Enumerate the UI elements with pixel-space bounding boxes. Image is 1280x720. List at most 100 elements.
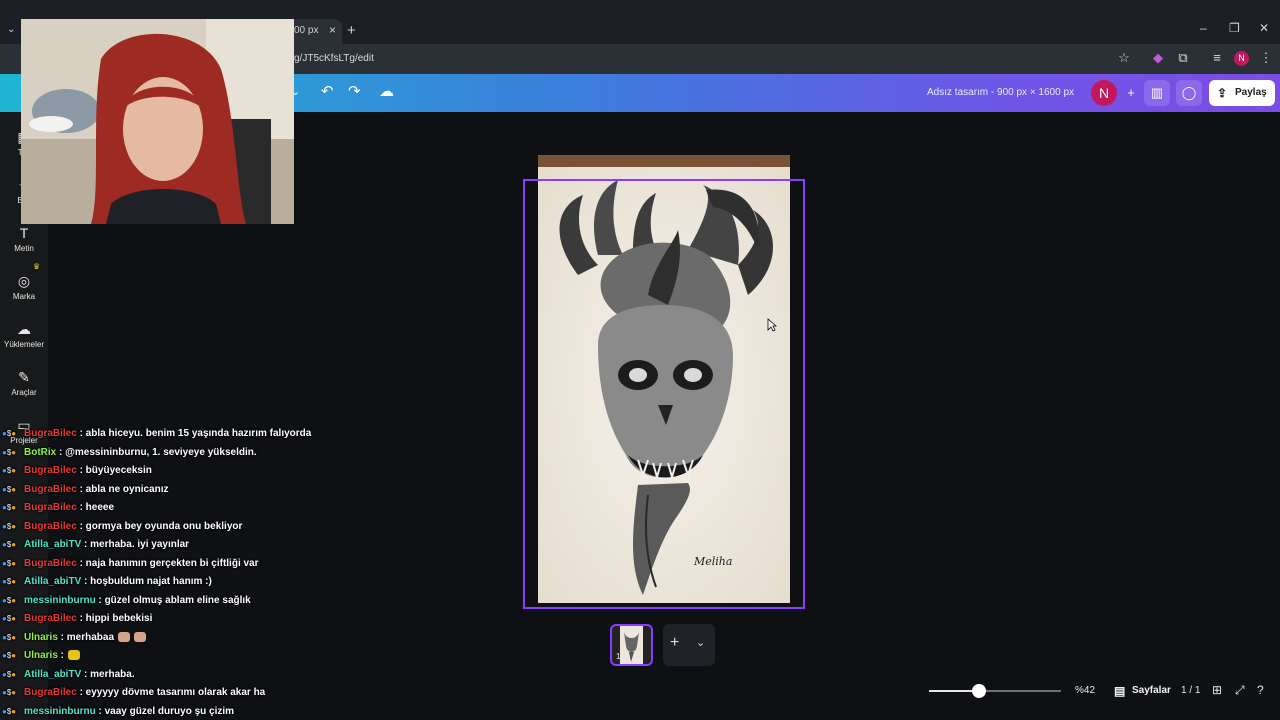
tab-search-chevron-icon[interactable]: ⌄ <box>7 24 15 35</box>
chat-badges-icon: ●$● <box>2 632 17 642</box>
tab-close-icon[interactable]: × <box>329 23 336 37</box>
chat-message: ●$● BugraBilec : hippi bebekisi <box>2 610 322 629</box>
share-button[interactable]: ⇪ Paylaş <box>1209 80 1275 106</box>
chat-message-text: : heeee <box>76 502 115 513</box>
chat-username[interactable]: Ulnaris <box>24 632 58 643</box>
chat-message: ●$● Ulnaris : <box>2 647 322 666</box>
user-avatar[interactable]: N <box>1091 80 1117 106</box>
undo-icon[interactable]: ↶ <box>321 82 334 100</box>
chat-message-text: : büyüyeceksin <box>76 465 152 476</box>
chat-message: ●$● Atilla_abiTV : merhaba. iyi yayınlar <box>2 536 322 555</box>
extensions-puzzle-icon[interactable]: ⧉ <box>1175 50 1191 66</box>
chat-username[interactable]: BugraBilec <box>24 428 77 439</box>
chat-emote-icon <box>118 631 131 642</box>
chat-message: ●$● BugraBilec : abla ne oynicanız <box>2 481 322 500</box>
media-control-icon[interactable]: ≡ <box>1209 50 1225 66</box>
page-count: 1 / 1 <box>1181 685 1201 696</box>
share-upload-icon: ⇪ <box>1217 86 1228 100</box>
chat-message-text: : eyyyyy dövme tasarımı olarak akar ha <box>76 687 266 698</box>
chat-username[interactable]: BugraBilec <box>24 687 77 698</box>
chat-message-text: : gormya bey oyunda onu bekliyor <box>76 520 243 532</box>
comment-icon[interactable]: ◯ <box>1176 80 1202 106</box>
insights-chart-icon[interactable]: ▥ <box>1144 80 1170 106</box>
cloud-saved-icon[interactable]: ☁ <box>379 82 394 100</box>
premium-crown-icon: ♛ <box>33 262 41 271</box>
chat-message: ●$● BugraBilec : gormya bey oyunda onu be… <box>2 518 322 537</box>
chat-username[interactable]: BugraBilec <box>24 502 77 513</box>
chat-username[interactable]: messininburnu <box>24 595 96 606</box>
chat-username[interactable]: BugraBilec <box>24 558 77 569</box>
sidebar-item-label: Yüklemeler <box>3 340 44 349</box>
chat-message: ●$● BugraBilec : abla hiceyu. benim 15 ya… <box>2 425 322 444</box>
chat-username[interactable]: Atilla_abiTV <box>24 539 81 550</box>
fullscreen-icon[interactable]: ⤢ <box>1235 683 1245 698</box>
add-collaborator-icon[interactable]: + <box>1118 80 1144 106</box>
add-page-button[interactable]: + ⌄ <box>663 624 715 666</box>
chat-badges-icon: ●$● <box>2 466 17 475</box>
close-window-icon[interactable]: ✕ <box>1259 21 1269 35</box>
pages-label: Sayfalar <box>1132 685 1171 696</box>
chevron-down-icon[interactable]: ⌄ <box>696 636 705 649</box>
chat-message: ●$● messininburnu : güzel olmuş ablam eli… <box>2 592 322 611</box>
chat-badges-icon: ●$● <box>2 595 17 605</box>
extension-canva-icon[interactable]: ◆ <box>1150 50 1166 66</box>
chat-username[interactable]: BotRix <box>24 447 56 458</box>
chat-username[interactable]: BugraBilec <box>24 521 77 532</box>
mouse-cursor-icon <box>767 318 777 332</box>
chat-message: ●$● BugraBilec : heeee <box>2 499 322 518</box>
chat-username[interactable]: BugraBilec <box>24 465 77 476</box>
chat-badges-icon: ●$● <box>2 651 17 660</box>
chat-message-text: : merhabaa <box>57 631 115 643</box>
pages-button[interactable]: ▤ Sayfalar <box>1114 682 1171 700</box>
chat-badges-icon: ●$● <box>2 688 17 697</box>
maximize-icon[interactable]: ❐ <box>1229 21 1240 35</box>
chat-username[interactable]: BugraBilec <box>24 484 77 495</box>
chat-message-text: : merhaba. iyi yayınlar <box>81 539 190 550</box>
chat-badges-icon: ●$● <box>2 614 17 623</box>
sidebar-item-brand[interactable]: ◎ Marka <box>0 272 48 301</box>
sidebar-item-label: Marka <box>12 292 36 301</box>
tab-title: 00 px <box>294 25 319 36</box>
text-icon: T <box>19 225 29 241</box>
chat-badges-icon: ●$● <box>2 503 17 512</box>
browser-tab[interactable]: 00 px × <box>290 19 342 44</box>
zoom-slider-handle[interactable] <box>972 684 986 698</box>
chat-badges-icon: ●$● <box>2 558 17 568</box>
profile-avatar[interactable]: N <box>1234 51 1249 66</box>
grid-view-icon[interactable]: ⊞ <box>1212 683 1222 697</box>
chat-username[interactable]: Atilla_abiTV <box>24 576 81 587</box>
chat-message-text: : güzel olmuş ablam eline sağlık <box>95 594 251 606</box>
chat-message-text: : <box>57 650 65 661</box>
chat-message: ●$● messininburnu : vaay güzel duruyo şu … <box>2 703 322 720</box>
chat-badges-icon: ●$● <box>2 706 17 716</box>
chat-message: ●$● BugraBilec : naja hanımın gerçekten b… <box>2 555 322 574</box>
chat-badges-icon: ●$● <box>2 669 17 679</box>
chat-username[interactable]: Atilla_abiTV <box>24 669 81 680</box>
pen-icon: ✎ <box>18 369 30 385</box>
help-icon[interactable]: ? <box>1257 683 1264 697</box>
chat-message-text: : abla hiceyu. benim 15 yaşında hazırım … <box>76 428 312 439</box>
sidebar-item-tools[interactable]: ✎ Araçlar <box>0 368 48 397</box>
address-bar-url[interactable]: g/JT5cKfsLTg/edit <box>294 53 374 64</box>
chat-message: ●$● BugraBilec : eyyyyy dövme tasarımı ol… <box>2 684 322 703</box>
chat-username[interactable]: Ulnaris <box>24 650 58 661</box>
chat-emote-icon <box>134 631 147 642</box>
chat-message-text: : hoşbuldum najat hanım :) <box>81 576 212 587</box>
new-tab-icon[interactable]: + <box>347 22 356 39</box>
sidebar-item-uploads[interactable]: ☁ Yüklemeler <box>0 320 48 349</box>
sidebar-item-text[interactable]: T Metin <box>0 224 48 253</box>
chat-message: ●$● BugraBilec : büyüyeceksin <box>2 462 322 481</box>
document-title[interactable]: Adsız tasarım - 900 px × 1600 px <box>927 87 1074 98</box>
chat-username[interactable]: messininburnu <box>24 706 96 717</box>
chat-message-text: : naja hanımın gerçekten bi çiftliği var <box>76 557 259 569</box>
browser-menu-icon[interactable]: ⋮ <box>1258 50 1274 66</box>
sidebar-item-label: Metin <box>14 244 34 253</box>
zoom-slider[interactable] <box>929 690 1061 692</box>
zoom-percentage[interactable]: %42 <box>1075 685 1095 696</box>
chat-username[interactable]: BugraBilec <box>24 613 77 624</box>
chat-badges-icon: ●$● <box>2 429 17 438</box>
minimize-icon[interactable]: – <box>1200 21 1207 35</box>
bookmark-star-icon[interactable]: ☆ <box>1116 50 1132 66</box>
chat-message: ●$● Atilla_abiTV : hoşbuldum najat hanım … <box>2 573 322 592</box>
redo-icon[interactable]: ↷ <box>348 82 361 100</box>
